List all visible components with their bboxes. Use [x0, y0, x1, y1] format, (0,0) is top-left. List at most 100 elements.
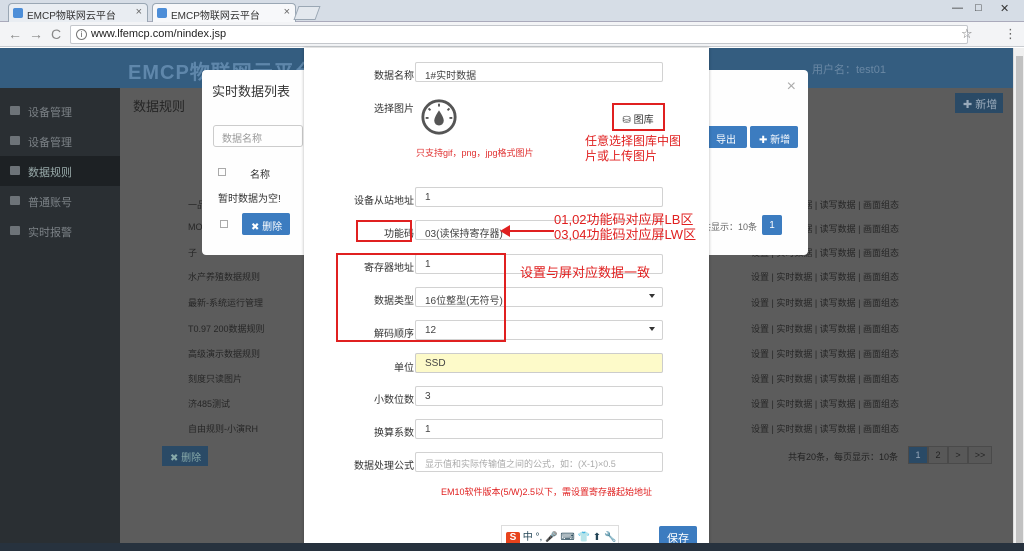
- row-ops[interactable]: 设置 | 实时数据 | 读写数据 | 画面组态: [751, 347, 899, 360]
- sidebar-item-accounts[interactable]: 普通账号: [0, 186, 120, 216]
- forward-arrow-icon[interactable]: →: [29, 26, 43, 42]
- sidebar-item-label: 实时报警: [28, 227, 72, 239]
- new-tab-button[interactable]: [293, 6, 321, 20]
- field-label: 设备从站地址: [354, 196, 414, 207]
- column-name-header: 名称: [250, 170, 270, 181]
- close-tab-icon[interactable]: ×: [136, 6, 142, 18]
- sidebar-item-label: 数据规则: [28, 167, 72, 179]
- sidebar-item-device-manage[interactable]: 设备管理: [0, 126, 120, 156]
- row-checkbox[interactable]: [220, 220, 228, 228]
- pager-summary: 共有20条，每页显示：10条: [788, 452, 899, 462]
- edit-icon: [10, 226, 20, 235]
- decimal-places-input[interactable]: 3: [415, 386, 663, 406]
- field-label: 数据处理公式: [354, 461, 414, 472]
- bg-delete-button[interactable]: ✖ 删除: [162, 446, 208, 466]
- bookmark-star-icon[interactable]: ☆: [961, 26, 973, 42]
- row-ops[interactable]: 设置 | 实时数据 | 读写数据 | 画面组态: [751, 397, 899, 410]
- field-label: 小数位数: [374, 395, 414, 406]
- rule-name[interactable]: 子: [188, 246, 197, 259]
- close-window-button[interactable]: ✕: [1000, 2, 1009, 15]
- sidebar-item-devices[interactable]: 设备管理: [0, 96, 120, 126]
- user-icon: [10, 196, 20, 205]
- empty-message: 暂时数据为空!: [218, 194, 281, 205]
- export-button[interactable]: 导出: [707, 126, 747, 148]
- rule-name[interactable]: 高级演示数据规则: [188, 347, 260, 360]
- address-toolbar: ← → C i www.lfemcp.com/nindex.jsp ☆ ⋮: [0, 22, 1024, 47]
- slave-address-input[interactable]: 1: [415, 187, 663, 207]
- gallery-highlight-box: [612, 103, 665, 131]
- monitor-icon: [10, 106, 20, 115]
- field-label: 选择图片: [374, 104, 414, 115]
- function-code-highlight-box: [356, 220, 412, 242]
- info-icon[interactable]: i: [76, 29, 87, 40]
- field-label: 数据名称: [374, 71, 414, 82]
- tab-title: EMCP物联网云平台: [27, 11, 116, 22]
- row-ops[interactable]: 设置 | 实时数据 | 读写数据 | 画面组态: [751, 270, 899, 283]
- image-format-note: 只支持gif，png，jpg格式图片: [416, 148, 534, 158]
- sidebar-item-data-rules[interactable]: 数据规则: [0, 156, 120, 186]
- minimize-button[interactable]: —: [952, 2, 963, 14]
- rule-name[interactable]: 刻度只读图片: [188, 372, 242, 385]
- favicon-icon: [157, 8, 167, 18]
- modal-title: 实时数据列表: [212, 84, 291, 99]
- field-label: 单位: [394, 363, 414, 374]
- page-button[interactable]: 1: [762, 215, 782, 235]
- reload-icon[interactable]: C: [51, 26, 61, 42]
- row-ops[interactable]: 设置 | 实时数据 | 读写数据 | 画面组态: [751, 322, 899, 335]
- row-ops[interactable]: 设置 | 实时数据 | 读写数据 | 画面组态: [751, 296, 899, 309]
- delete-button[interactable]: ✖ 删除: [242, 213, 290, 235]
- maximize-button[interactable]: □: [975, 2, 982, 14]
- formula-input[interactable]: 显示值和实际传输值之间的公式，如：(X-1)×0.5: [415, 452, 663, 472]
- unit-input[interactable]: SSD: [415, 353, 663, 373]
- rule-name[interactable]: 最新-系统运行管理: [188, 296, 263, 309]
- browser-menu-icon[interactable]: ⋮: [1004, 26, 1017, 42]
- row-ops[interactable]: 设置 | 实时数据 | 读写数据 | 画面组态: [751, 422, 899, 435]
- register-settings-highlight-box: [336, 253, 506, 342]
- ime-toolbar[interactable]: S 中 °, 🎤 ⌨ 👕 ⬆ 🔧: [501, 525, 619, 546]
- rule-name[interactable]: MO: [188, 222, 203, 232]
- function-code-annotation: 01,02功能码对应屏LB区 03,04功能码对应屏LW区: [554, 212, 697, 242]
- chart-icon: [10, 166, 20, 175]
- data-name-search-input[interactable]: 数据名称: [213, 125, 303, 147]
- sidebar-item-label: 设备管理: [28, 137, 72, 149]
- page-title: 数据规则: [133, 99, 186, 114]
- scrollbar-thumb[interactable]: [1016, 56, 1023, 551]
- user-name[interactable]: 用户名：test01: [812, 61, 886, 77]
- rule-name[interactable]: 自由规则-小演RH: [188, 422, 258, 435]
- page-button[interactable]: >>: [968, 446, 992, 464]
- version-note[interactable]: EM10软件版本(5/W)2.5以下，需设置寄存器起始地址: [441, 485, 652, 498]
- caret-down-icon: [649, 327, 655, 331]
- caret-down-icon: [649, 294, 655, 298]
- row-ops[interactable]: 设置 | 实时数据 | 读写数据 | 画面组态: [751, 372, 899, 385]
- back-arrow-icon[interactable]: ←: [8, 26, 22, 42]
- page-button[interactable]: >: [948, 446, 968, 464]
- page-button[interactable]: 1: [908, 446, 928, 464]
- page-button[interactable]: 2: [928, 446, 948, 464]
- close-tab-icon[interactable]: ×: [284, 6, 290, 18]
- consistency-annotation: 设置与屏对应数据一致: [520, 265, 651, 280]
- browser-tab-1[interactable]: EMCP物联网云平台 ×: [8, 3, 148, 22]
- url-field[interactable]: i www.lfemcp.com/nindex.jsp: [70, 25, 968, 44]
- close-icon[interactable]: ×: [787, 78, 796, 96]
- browser-tab-2[interactable]: EMCP物联网云平台 ×: [152, 3, 296, 22]
- gallery-annotation: 任意选择图库中图 片或上传图片: [585, 134, 682, 163]
- new-button[interactable]: ✚ 新增: [750, 126, 798, 148]
- sidebar-item-label: 设备管理: [28, 107, 72, 119]
- settings-icon: [10, 136, 20, 145]
- select-all-checkbox[interactable]: [218, 168, 226, 176]
- os-taskbar: [0, 543, 1024, 551]
- rule-name[interactable]: 水产养殖数据规则: [188, 270, 260, 283]
- page-scrollbar[interactable]: [1013, 48, 1024, 551]
- favicon-icon: [13, 8, 23, 18]
- rule-name[interactable]: T0.97 200数据规则: [188, 322, 265, 335]
- conversion-factor-input[interactable]: 1: [415, 419, 663, 439]
- gauge-image-icon[interactable]: [420, 98, 458, 136]
- bg-new-button[interactable]: ✚ 新增: [955, 93, 1003, 113]
- field-label: 换算系数: [374, 428, 414, 439]
- data-name-input[interactable]: 1#实时数据: [415, 62, 663, 82]
- sidebar: 设备管理 设备管理 数据规则 普通账号 实时报警: [0, 88, 120, 551]
- sidebar-item-alarms[interactable]: 实时报警: [0, 216, 120, 246]
- rule-name[interactable]: 济485测试: [188, 397, 230, 410]
- annotation-arrow-icon: [500, 225, 554, 237]
- tab-title: EMCP物联网云平台: [171, 11, 260, 22]
